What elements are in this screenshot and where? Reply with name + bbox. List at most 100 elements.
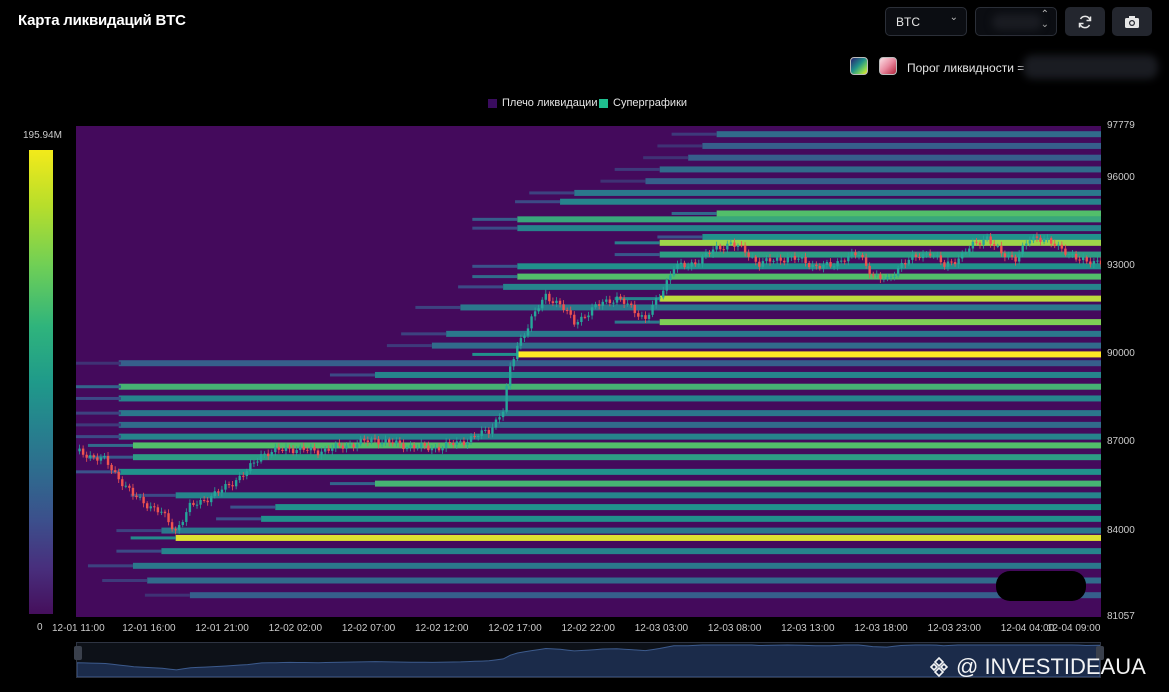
heatmap-plot[interactable] <box>76 126 1101 617</box>
colorbar <box>29 150 53 614</box>
candle-body <box>473 436 476 438</box>
candle-body <box>89 455 92 458</box>
coin-select[interactable]: BTC ⌄ <box>885 7 967 36</box>
candle-body <box>953 262 957 265</box>
candle-body <box>918 256 921 259</box>
liquidation-level-tail <box>230 505 276 509</box>
x-axis-tick-label: 12-02 22:00 <box>561 623 615 634</box>
candle-body <box>1074 253 1078 260</box>
liquidation-level-tail <box>415 305 461 309</box>
candle-body <box>654 297 658 305</box>
liquidation-level-bar <box>118 360 1101 367</box>
candle-body <box>405 447 409 450</box>
candle-body <box>936 255 939 257</box>
candle-body <box>1046 238 1049 240</box>
candle-body <box>323 448 327 452</box>
candle-body <box>373 438 377 440</box>
candle-body <box>605 299 608 302</box>
candle-body <box>633 304 636 314</box>
candle-body <box>92 455 95 458</box>
candle-body <box>103 455 106 458</box>
candle-body <box>131 487 135 496</box>
candle-body <box>509 366 512 386</box>
candle-body <box>231 485 234 487</box>
candle-body <box>658 297 661 299</box>
liquidation-level-tail <box>529 191 575 195</box>
color-scheme-swatch-viridis[interactable] <box>850 57 868 75</box>
candle-body <box>779 257 782 261</box>
legend-item-supercharts[interactable]: Суперграфики <box>599 97 687 109</box>
candle-body <box>434 447 437 449</box>
candle-body <box>551 301 555 304</box>
liquidation-level-tail <box>76 435 121 439</box>
candle-body <box>391 442 394 444</box>
candle-body <box>651 304 654 315</box>
candle-body <box>277 447 281 450</box>
candle-body <box>1035 236 1039 238</box>
range-select[interactable]: ⌃ ⌄ <box>975 7 1057 36</box>
legend-item-leverage[interactable]: Плечо ликвидации <box>488 97 597 109</box>
camera-icon <box>1125 15 1139 28</box>
candle-body <box>686 266 690 268</box>
candle-body <box>832 266 836 268</box>
candle-body <box>811 264 814 268</box>
candle-body <box>960 252 964 259</box>
candle-body <box>430 448 434 451</box>
candle-body <box>320 451 323 456</box>
candle-body <box>352 444 355 448</box>
candle-body <box>1089 261 1092 265</box>
liquidation-level-bar <box>374 371 1101 378</box>
candle-body <box>106 455 110 465</box>
candle-body <box>683 262 686 268</box>
candle-body <box>149 506 152 509</box>
candle-body <box>441 447 444 451</box>
candle-body <box>476 435 480 437</box>
candle-body <box>252 462 256 464</box>
liquidation-level-tail <box>76 396 121 400</box>
liquidation-level-bar <box>175 492 1101 499</box>
candle-body <box>622 298 626 304</box>
candle-body <box>804 256 807 264</box>
blurred-threshold-value[interactable] <box>1023 55 1158 79</box>
candle-body <box>996 245 999 247</box>
blurred-region <box>992 14 1042 30</box>
candle-body <box>1082 257 1085 261</box>
liquidation-level-tail <box>671 132 717 136</box>
candle-body <box>185 512 188 522</box>
candle-body <box>128 485 131 488</box>
candle-body <box>1014 256 1017 262</box>
candle-body <box>786 256 790 263</box>
candle-body <box>630 303 633 305</box>
candle-body <box>893 275 896 277</box>
candle-body <box>501 411 505 418</box>
liquidation-level-bar <box>517 273 1101 280</box>
candle-body <box>850 252 854 257</box>
candle-body <box>612 302 615 304</box>
liquidation-level-tail <box>401 332 447 336</box>
liquidation-level-tail <box>671 211 717 215</box>
legend-swatch-leverage <box>488 98 497 108</box>
liquidation-level-tail <box>216 517 262 521</box>
liquidation-level-tail <box>600 179 646 183</box>
refresh-button[interactable] <box>1065 7 1105 36</box>
candle-body <box>1025 243 1028 246</box>
candle-body <box>359 438 362 445</box>
candle-body <box>882 278 886 280</box>
candle-body <box>690 262 693 267</box>
candle-body <box>797 258 800 260</box>
screenshot-button[interactable] <box>1112 7 1152 36</box>
color-scheme-swatch-red[interactable] <box>879 57 897 75</box>
candle-body <box>889 276 893 278</box>
candle-body <box>558 300 562 305</box>
candle-body <box>768 258 772 262</box>
slider-handle-left[interactable] <box>74 646 82 660</box>
candle-body <box>199 500 202 505</box>
liquidation-level-bar <box>446 330 1101 337</box>
candle-body <box>480 430 483 436</box>
candle-body <box>227 484 231 486</box>
liquidation-level-bar <box>560 198 1101 205</box>
y-axis-tick-label: 81057 <box>1107 611 1135 622</box>
candle-body <box>117 471 120 480</box>
liquidation-level-tail <box>87 443 133 447</box>
x-axis-tick-label: 12-02 02:00 <box>268 623 323 634</box>
